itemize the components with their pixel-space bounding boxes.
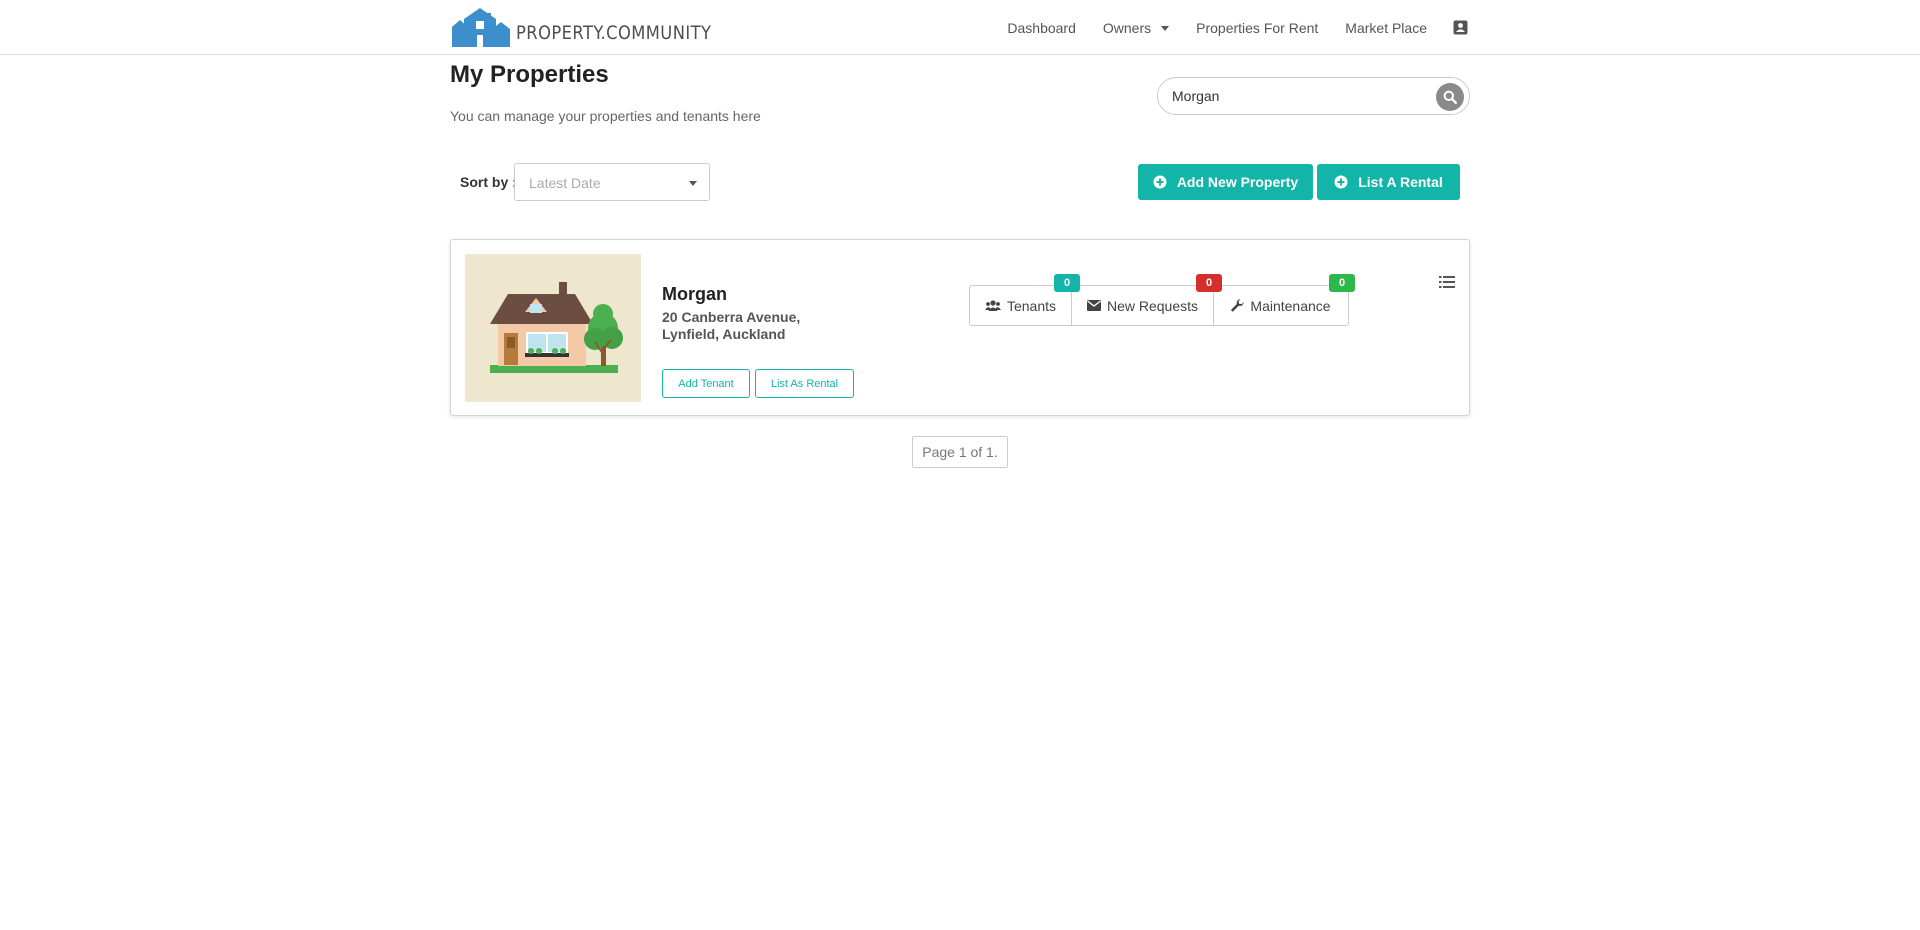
top-navbar: PROPERTY.COMMUNITY Dashboard Owners Prop… [0,0,1920,55]
pagination-indicator: Page 1 of 1. [912,436,1008,468]
list-as-rental-button[interactable]: List As Rental [755,369,854,398]
property-address-line1: 20 Canberra Avenue, [662,309,801,325]
house-illustration-icon [465,254,641,402]
sort-label: Sort by : [460,174,517,190]
nav-owners-label: Owners [1102,19,1152,36]
property-address-line2: Lynfield, Auckland [662,326,786,342]
tenants-stat-label: Tenants [1006,297,1057,314]
new-requests-stat[interactable]: New Requests 0 [1072,274,1222,325]
chevron-down-icon [1161,26,1170,32]
envelope-icon [1086,300,1101,311]
maintenance-stat[interactable]: Maintenance 0 [1214,274,1355,325]
add-tenant-button[interactable]: Add Tenant [662,369,750,398]
sort-select-value: Latest Date [529,175,601,191]
search-button[interactable] [1436,83,1464,111]
property-name[interactable]: Morgan [662,284,727,305]
page-subtitle: You can manage your properties and tenan… [450,108,761,124]
chevron-down-icon [689,181,697,186]
new-requests-stat-label: New Requests [1106,297,1199,314]
users-icon [984,299,1001,311]
plus-circle-icon [1153,175,1167,189]
nav-dashboard[interactable]: Dashboard [1007,20,1076,36]
house-logo-icon [452,8,510,47]
maintenance-count-badge: 0 [1329,274,1355,292]
maintenance-stat-label: Maintenance [1250,297,1331,314]
search-input[interactable] [1172,86,1422,106]
brand-logo[interactable]: PROPERTY.COMMUNITY [452,5,743,47]
list-a-rental-label: List A Rental [1358,174,1443,190]
tenants-stat[interactable]: Tenants 0 [970,274,1080,325]
list-a-rental-button[interactable]: List A Rental [1317,164,1460,200]
add-new-property-button[interactable]: Add New Property [1138,164,1313,200]
add-new-property-label: Add New Property [1176,174,1299,190]
search-box [1157,77,1470,115]
wrench-icon [1231,299,1244,312]
main-nav: Dashboard Owners Properties For Rent Mar… [980,0,1468,55]
brand-name: PROPERTY.COMMUNITY [516,22,712,44]
property-card: Morgan 20 Canberra Avenue, Lynfield, Auc… [450,239,1470,416]
sort-select[interactable]: Latest Date [514,163,710,201]
plus-circle-icon [1334,175,1348,189]
search-icon [1443,90,1457,104]
nav-properties-for-rent[interactable]: Properties For Rent [1196,20,1318,36]
nav-market-place[interactable]: Market Place [1345,20,1427,36]
property-stats: Tenants 0 New Requests 0 Maintenance 0 [969,274,1355,326]
list-menu-icon[interactable] [1439,275,1455,289]
nav-owners[interactable]: Owners [1102,19,1170,36]
page-title: My Properties [450,61,609,88]
user-card-icon[interactable] [1453,20,1468,35]
property-thumbnail[interactable] [465,254,641,402]
